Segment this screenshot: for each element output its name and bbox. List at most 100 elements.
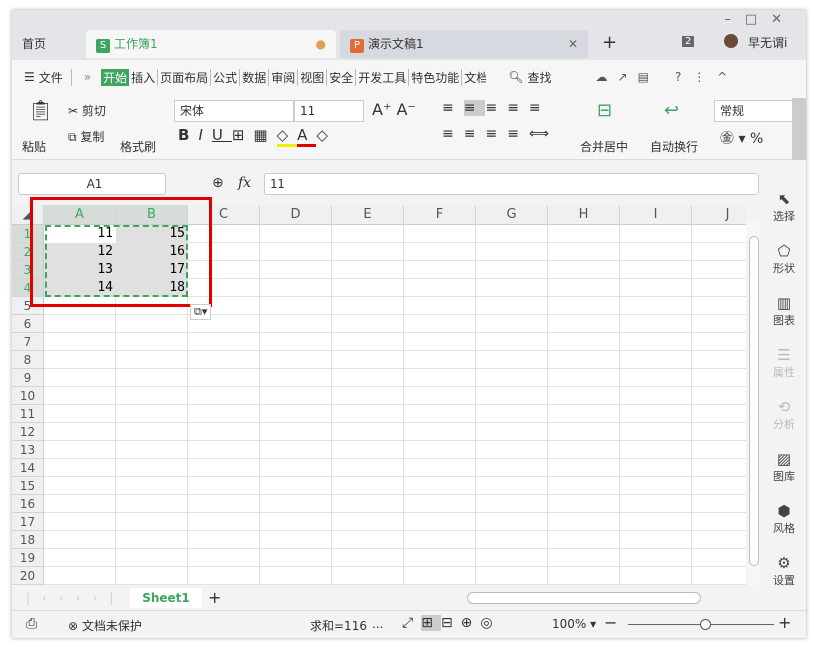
panel-0[interactable]: ⬉ 选择 [762, 190, 806, 224]
font-select[interactable]: 宋体 [174, 100, 294, 122]
menu-security[interactable]: 安全 [327, 68, 357, 86]
formula-input[interactable]: 11 [264, 173, 759, 195]
percent-button[interactable]: % [750, 131, 763, 147]
fx-icon[interactable]: fx [238, 175, 251, 191]
merge-center-button[interactable]: 合并居中 [580, 138, 628, 155]
view-mode-icons[interactable]: ⤢⊞⊟⊕◎ [402, 615, 501, 631]
horizontal-scrollbar[interactable] [467, 592, 701, 604]
font-style-icons[interactable]: BIU⊞▦◇A◇ [178, 126, 337, 147]
name-box[interactable]: A1 [18, 173, 166, 195]
more-stats[interactable]: ... [372, 617, 383, 631]
zoom-slider-handle[interactable] [700, 619, 711, 630]
zoom-in-button[interactable]: + [778, 613, 791, 632]
column-header-D[interactable]: D [260, 205, 332, 225]
panel-5[interactable]: ▨ 图库 [762, 450, 806, 484]
row-header-19[interactable]: 19 [12, 549, 44, 567]
grid-line [44, 332, 746, 333]
menu-data[interactable]: 数据 [240, 68, 270, 86]
row-header-9[interactable]: 9 [12, 369, 44, 387]
panel-4[interactable]: ⟲ 分析 [762, 398, 806, 432]
expand-icon[interactable]: » [82, 70, 93, 84]
column-header-J[interactable]: J [692, 205, 746, 225]
row-header-11[interactable]: 11 [12, 405, 44, 423]
wrap-icon[interactable]: ↩ [664, 100, 679, 121]
menu-icon[interactable]: ☰ [22, 70, 37, 84]
scroll-thumb[interactable] [749, 236, 759, 566]
tab-presentation[interactable]: P 演示文稿1 ✕ [340, 30, 588, 58]
align-icons[interactable]: ≡≡≡≡≡ [442, 100, 551, 116]
window-controls[interactable]: –□✕ [724, 12, 796, 27]
sum-readout[interactable]: 求和=116 [310, 617, 367, 634]
paste-button[interactable]: 粘贴 [22, 138, 46, 155]
column-header-F[interactable]: F [404, 205, 476, 225]
column-header-I[interactable]: I [620, 205, 692, 225]
font-size-select[interactable]: 11 [294, 100, 364, 122]
search-icon[interactable]: 🔍︎ [506, 70, 525, 84]
zoom-formula-icon[interactable]: ⊕ [212, 175, 224, 191]
panel-3[interactable]: ☰ 属性 [762, 346, 806, 380]
panel-1[interactable]: ⬠ 形状 [762, 242, 806, 276]
doc-icon[interactable]: ⎙ [26, 616, 37, 632]
wrap-text-button[interactable]: 自动换行 [650, 138, 698, 155]
row-header-10[interactable]: 10 [12, 387, 44, 405]
avatar[interactable] [724, 34, 738, 48]
column-header-H[interactable]: H [548, 205, 620, 225]
panel-2[interactable]: ▥ 图表 [762, 294, 806, 328]
menu-formula[interactable]: 公式 [211, 68, 241, 86]
unsaved-dot-icon: ● [315, 37, 326, 51]
menu-view[interactable]: 视图 [298, 68, 328, 86]
paste-icon[interactable]: 📋︎ [28, 98, 53, 122]
row-header-17[interactable]: 17 [12, 513, 44, 531]
menu-developer[interactable]: 开发工具 [356, 68, 410, 86]
row-header-14[interactable]: 14 [12, 459, 44, 477]
menu-layout[interactable]: 页面布局 [158, 68, 212, 86]
grid-line [44, 584, 746, 585]
currency-icon[interactable]: ㊎ ▾ % [720, 128, 763, 148]
protect-status[interactable]: ⊗ 文档未保护 [68, 617, 142, 634]
row-header-13[interactable]: 13 [12, 441, 44, 459]
search-button[interactable]: 查找 [526, 69, 554, 86]
cut-button[interactable]: ✂ 剪切 [68, 102, 106, 119]
row-header-18[interactable]: 18 [12, 531, 44, 549]
menu-file[interactable]: 文件 [37, 68, 72, 86]
tab-count-badge[interactable]: 2 [682, 36, 695, 47]
font-grow-shrink-icons[interactable]: A⁺ A⁻ [372, 100, 416, 119]
menu-features[interactable]: 特色功能 [409, 68, 463, 86]
row-header-12[interactable]: 12 [12, 423, 44, 441]
row-header-7[interactable]: 7 [12, 333, 44, 351]
user-name[interactable]: 早无谓i [748, 34, 787, 51]
tab-workbook[interactable]: S 工作簿1 ● [86, 30, 336, 58]
row-header-8[interactable]: 8 [12, 351, 44, 369]
paste-options-icon[interactable]: ⧉▾ [190, 304, 212, 320]
menu-document[interactable]: 文档 [462, 69, 486, 86]
close-icon[interactable]: ✕ [568, 30, 578, 58]
number-format-select[interactable]: 常规 [714, 100, 794, 122]
panel-6[interactable]: ⬢ 风格 [762, 502, 806, 536]
tab-home[interactable]: 首页 [12, 30, 84, 58]
format-painter-button[interactable]: 格式刷 [120, 138, 156, 155]
column-header-G[interactable]: G [476, 205, 548, 225]
sheet-tab-sheet1[interactable]: Sheet1 [130, 588, 202, 608]
cloud-share-icons[interactable]: ☁↗▤ [594, 70, 661, 84]
copy-button[interactable]: ⧉ 复制 [68, 128, 104, 145]
merge-icon[interactable]: ⊟ [597, 100, 612, 121]
vertical-scrollbar[interactable] [747, 220, 761, 585]
row-header-15[interactable]: 15 [12, 477, 44, 495]
panel-7[interactable]: ⚙ 设置 [762, 554, 806, 588]
add-sheet-button[interactable]: + [208, 588, 221, 607]
row-header-6[interactable]: 6 [12, 315, 44, 333]
toolbar-scroll-right[interactable] [792, 98, 806, 160]
row-header-20[interactable]: 20 [12, 567, 44, 585]
new-tab-button[interactable]: + [602, 32, 617, 53]
horizontal-align-icons[interactable]: ≡≡≡≡⟺ [442, 126, 559, 142]
column-header-E[interactable]: E [332, 205, 404, 225]
menu-home[interactable]: 开始 [101, 68, 130, 86]
help-more-collapse-icons[interactable]: ?⋮^ [673, 70, 741, 84]
menu-review[interactable]: 审阅 [269, 68, 299, 86]
zoom-out-button[interactable]: − [604, 613, 617, 632]
zoom-slider[interactable] [628, 619, 774, 630]
row-header-16[interactable]: 16 [12, 495, 44, 513]
zoom-select[interactable]: 100% ▾ [552, 617, 596, 631]
sheet-nav-icons[interactable]: |‹‹››| [26, 591, 125, 605]
menu-insert[interactable]: 插入 [129, 68, 159, 86]
